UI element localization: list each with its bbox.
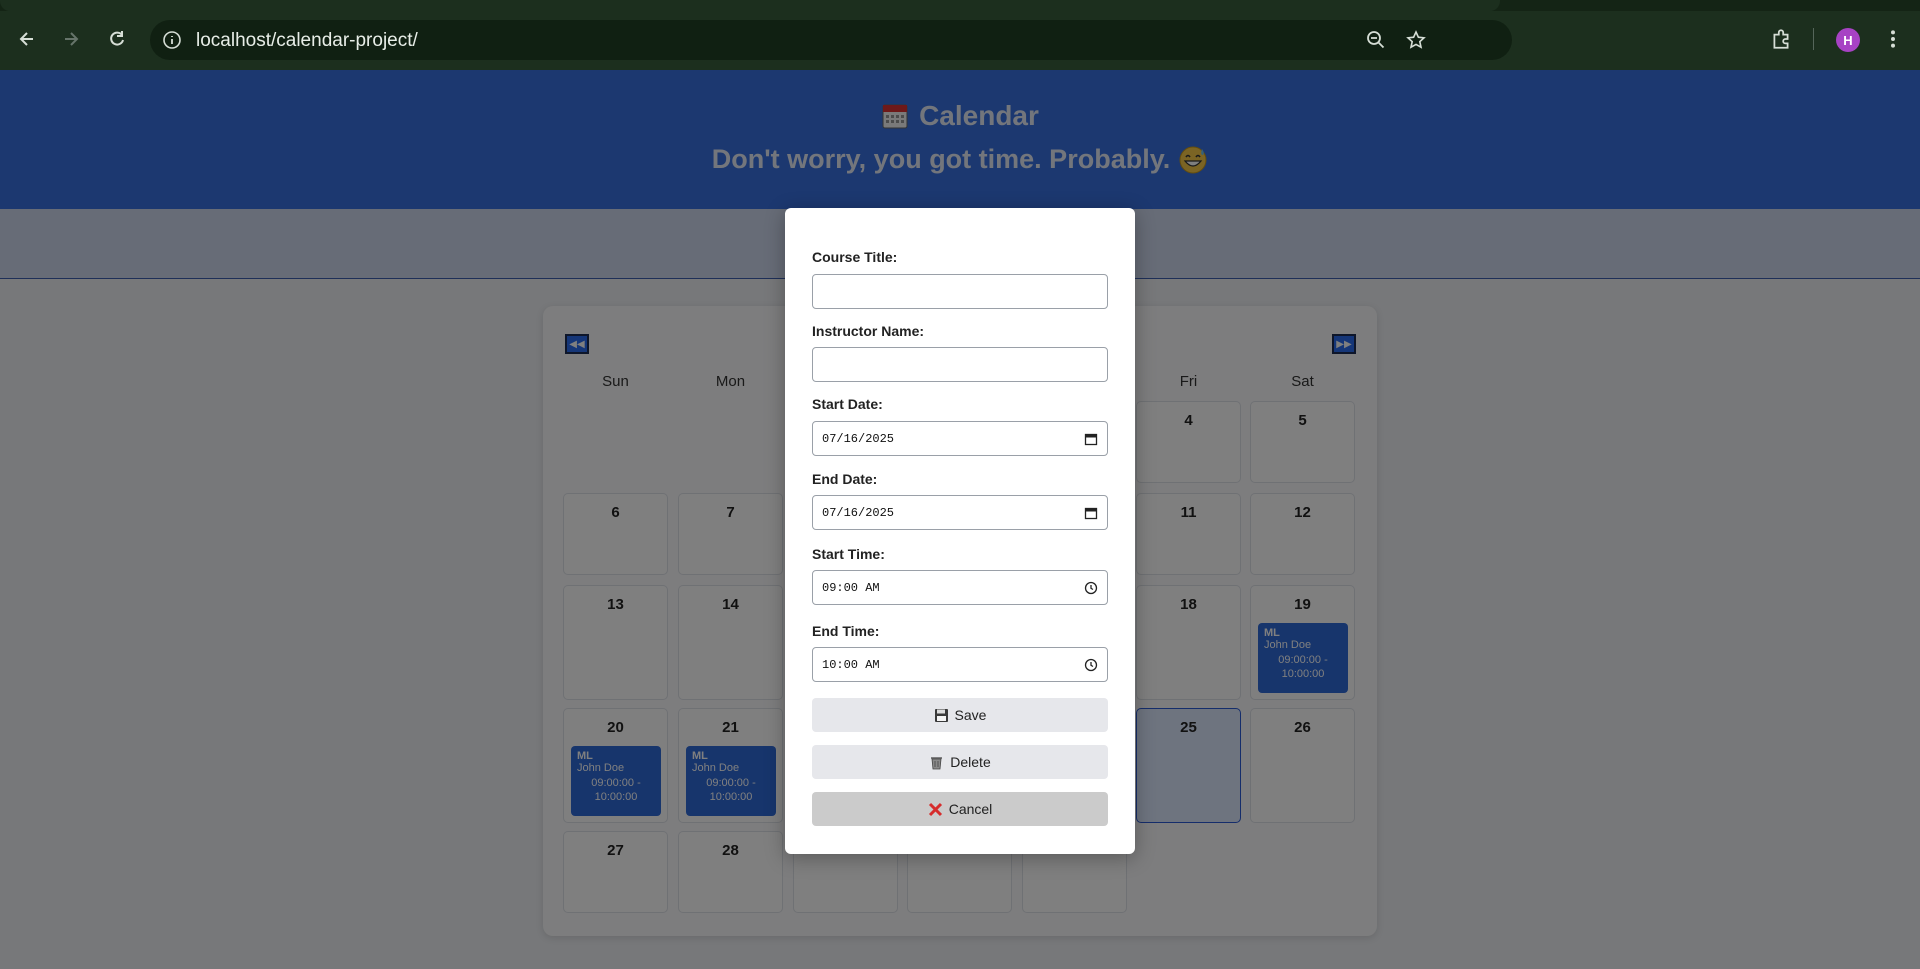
- course-modal: Course Title: Instructor Name: Start Dat…: [785, 208, 1135, 854]
- end-time-input[interactable]: 10:00 AM: [812, 647, 1108, 682]
- url-text[interactable]: localhost/calendar-project/: [196, 30, 418, 52]
- instructor-name-label: Instructor Name:: [812, 323, 925, 339]
- delete-button[interactable]: Delete: [812, 745, 1108, 779]
- course-title-label: Course Title:: [812, 249, 898, 265]
- calendar-picker-icon[interactable]: [1084, 506, 1098, 520]
- cancel-button[interactable]: Cancel: [812, 792, 1108, 826]
- floppy-disk-icon: [934, 708, 948, 722]
- site-info-icon[interactable]: [162, 30, 182, 50]
- reload-button[interactable]: [102, 24, 132, 54]
- wastebasket-icon: [931, 756, 943, 769]
- end-time-value: 10:00 AM: [822, 657, 880, 672]
- start-time-input[interactable]: 09:00 AM: [812, 570, 1108, 605]
- arrow-right-icon: [65, 32, 79, 46]
- cancel-label: Cancel: [948, 801, 993, 817]
- end-time-label: End Time:: [812, 623, 880, 639]
- end-date-value: 07/16/2025: [822, 505, 895, 520]
- course-title-input[interactable]: [812, 274, 1108, 309]
- more-menu-icon[interactable]: [1882, 28, 1904, 50]
- active-tab[interactable]: [0, 0, 1500, 11]
- end-date-label: End Date:: [812, 471, 878, 487]
- calendar-picker-icon[interactable]: [1084, 432, 1098, 446]
- delete-label: Delete: [950, 754, 991, 770]
- start-date-label: Start Date:: [812, 396, 883, 412]
- profile-avatar[interactable]: H: [1836, 28, 1860, 52]
- extensions-icon[interactable]: [1770, 28, 1792, 50]
- cross-mark-icon: [928, 802, 942, 816]
- save-label: Save: [954, 707, 987, 723]
- browser-toolbar: localhost/calendar-project/ H: [0, 0, 1920, 70]
- end-date-input[interactable]: 07/16/2025: [812, 495, 1108, 530]
- start-date-value: 07/16/2025: [822, 431, 895, 446]
- clock-icon[interactable]: [1084, 658, 1098, 672]
- reload-icon: [110, 31, 124, 46]
- back-button[interactable]: [12, 24, 42, 54]
- save-button[interactable]: Save: [812, 698, 1108, 732]
- start-date-input[interactable]: 07/16/2025: [812, 421, 1108, 456]
- address-bar[interactable]: localhost/calendar-project/: [150, 20, 1512, 60]
- start-time-value: 09:00 AM: [822, 580, 880, 595]
- arrow-left-icon: [19, 32, 33, 46]
- forward-button[interactable]: [56, 24, 86, 54]
- tab-strip: [0, 0, 1920, 11]
- zoom-icon[interactable]: [1366, 30, 1386, 50]
- clock-icon[interactable]: [1084, 581, 1098, 595]
- toolbar-divider: [1813, 28, 1814, 50]
- bookmark-star-icon[interactable]: [1406, 30, 1426, 50]
- instructor-name-input[interactable]: [812, 347, 1108, 382]
- start-time-label: Start Time:: [812, 546, 885, 562]
